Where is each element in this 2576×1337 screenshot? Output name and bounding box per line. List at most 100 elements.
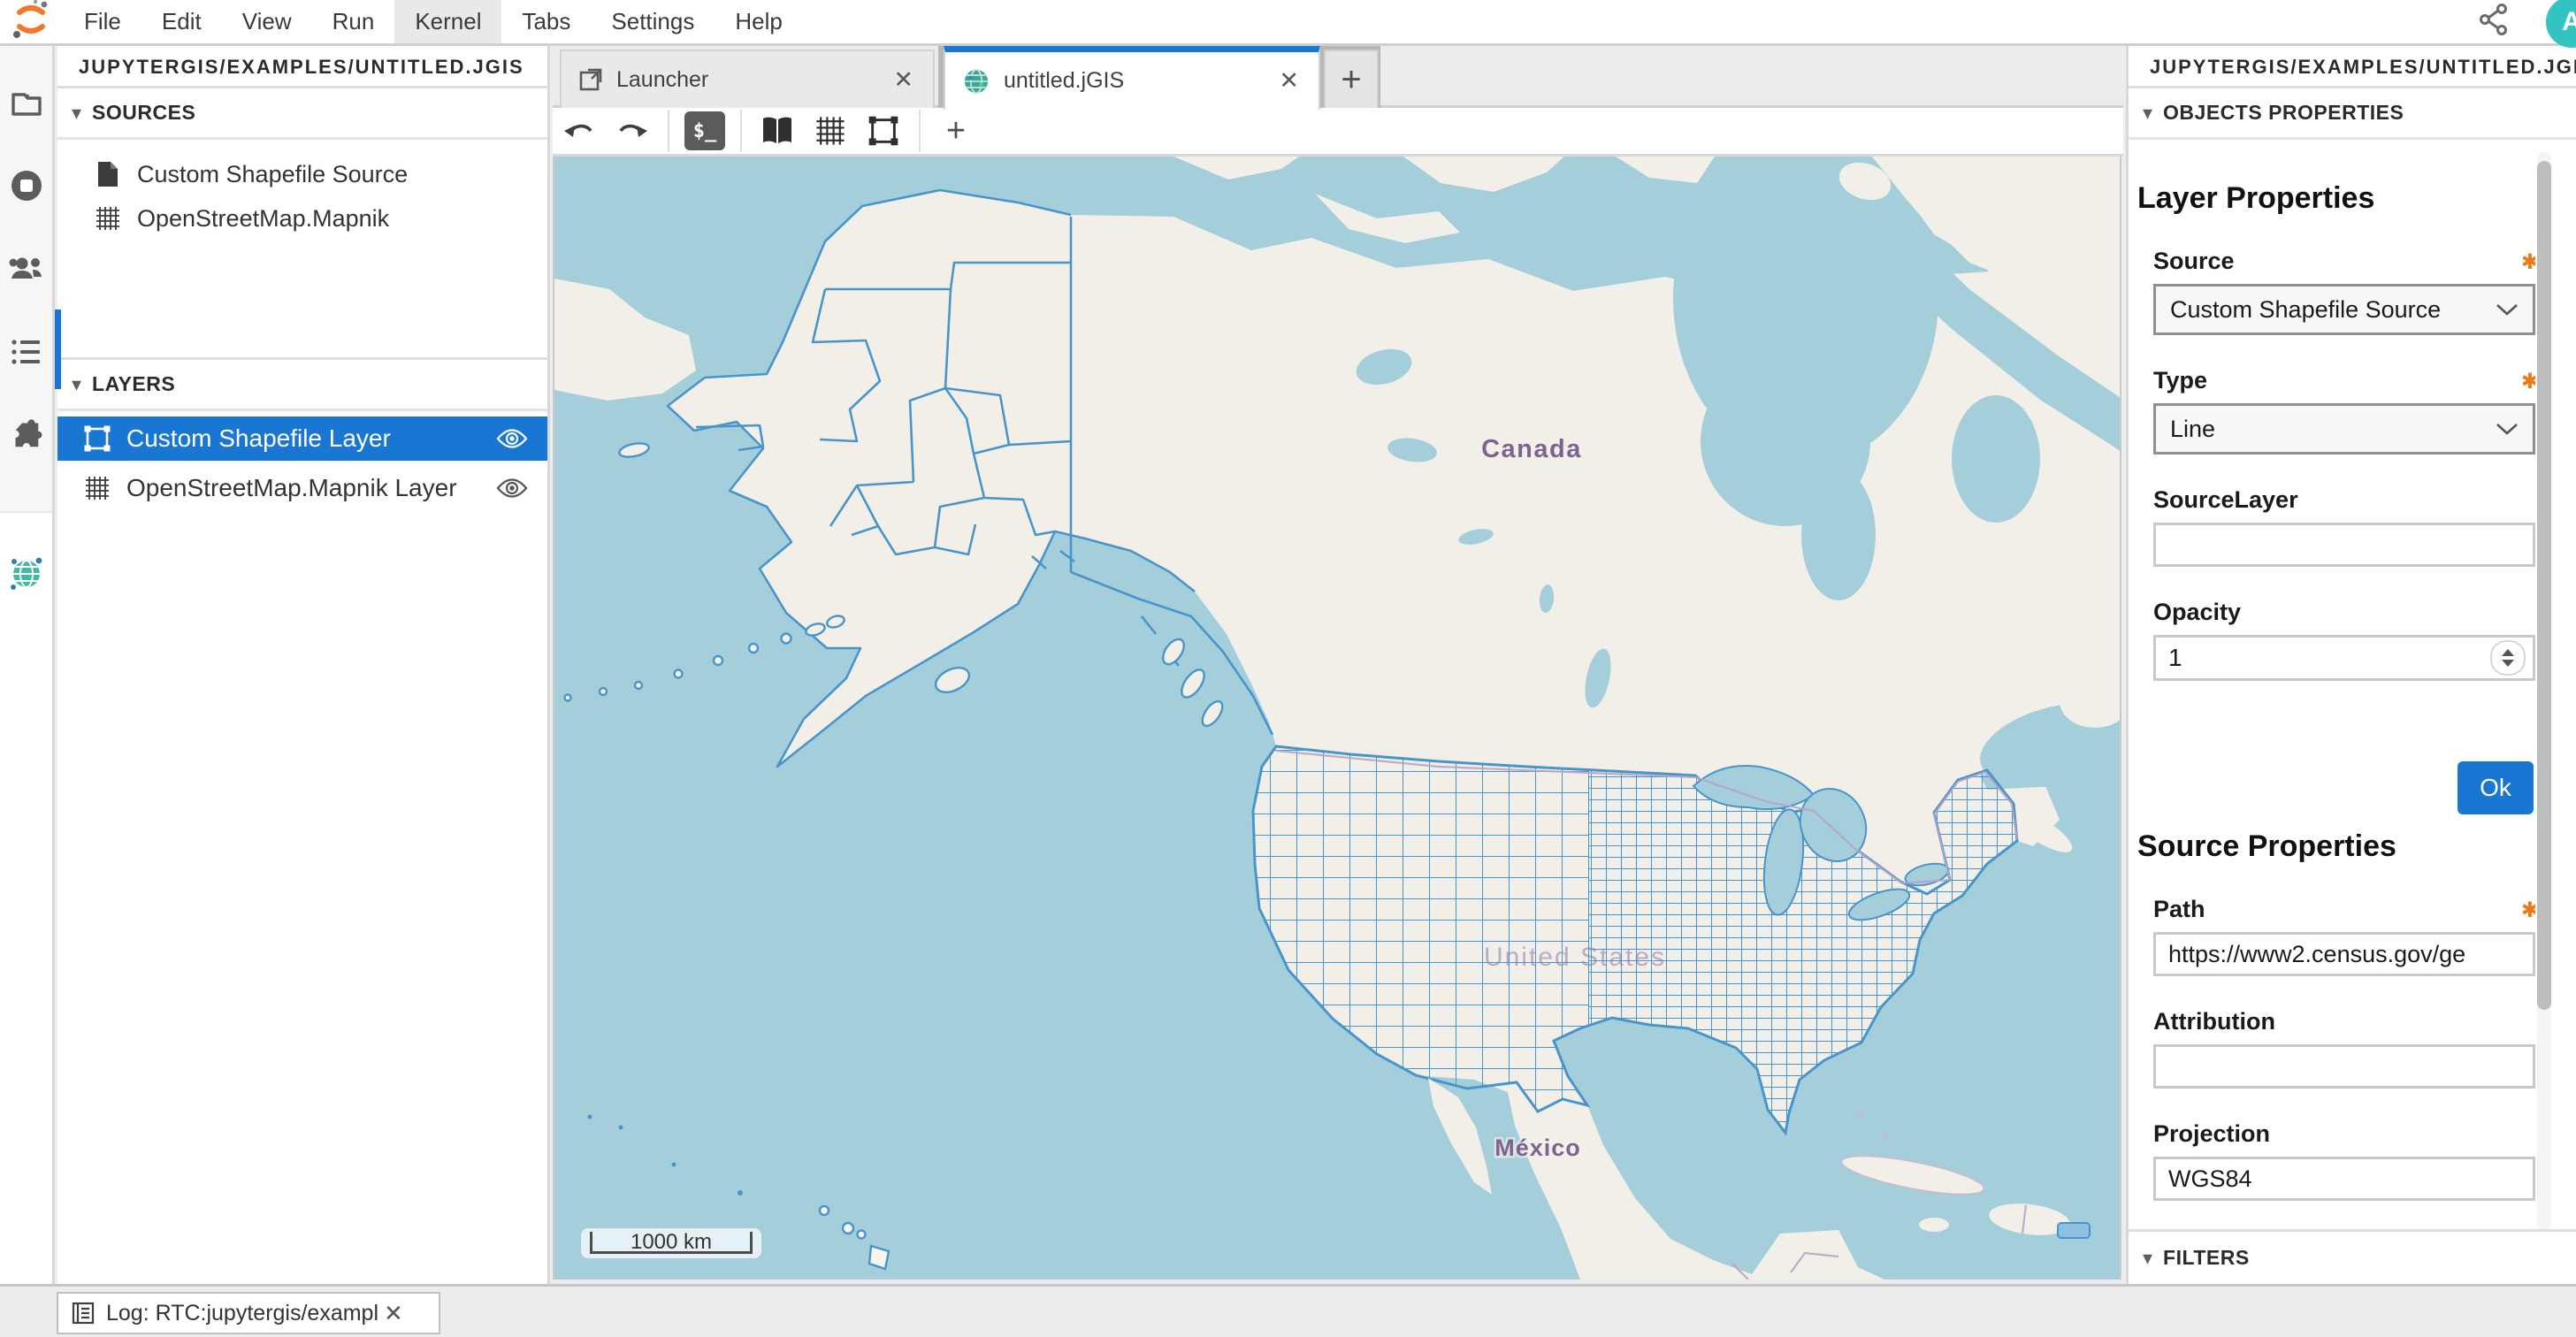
source-select[interactable]: Custom Shapefile Source xyxy=(2153,284,2535,335)
jupyter-logo-icon xyxy=(11,0,51,44)
type-field: Type ✱ Line xyxy=(2153,367,2535,455)
filters-section-header[interactable]: ▾ FILTERS xyxy=(2129,1229,2576,1284)
scale-label: 1000 km xyxy=(581,1230,761,1255)
menu-tabs[interactable]: Tabs xyxy=(501,0,591,43)
ok-button[interactable]: Ok xyxy=(2458,761,2534,814)
source-field: Source ✱ Custom Shapefile Source xyxy=(2153,248,2535,335)
log-console-tab[interactable]: Log: RTC:jupytergis/exampl ✕ xyxy=(57,1292,440,1334)
running-kernels-icon[interactable] xyxy=(0,150,54,221)
jupytergis-side-panel: JUPYTERGIS/EXAMPLES/UNTITLED.JGIS ▾ SOUR… xyxy=(57,46,550,1284)
scrollbar-thumb[interactable] xyxy=(2537,161,2551,1010)
extension-manager-icon[interactable] xyxy=(0,400,54,470)
jupytergis-globe-icon[interactable] xyxy=(0,554,52,592)
projection-label: Projection xyxy=(2153,1120,2270,1147)
visibility-eye-icon[interactable] xyxy=(496,477,528,500)
menu-edit[interactable]: Edit xyxy=(141,0,222,43)
step-up-icon[interactable] xyxy=(2502,649,2514,656)
share-icon[interactable] xyxy=(2477,2,2512,42)
close-icon[interactable]: ✕ xyxy=(384,1300,403,1327)
toolbar-separator xyxy=(740,110,742,152)
layers-section-header[interactable]: ▾ LAYERS xyxy=(57,360,547,411)
journal-icon xyxy=(71,1301,96,1326)
tab-label: Launcher xyxy=(616,67,708,93)
activity-tabzone xyxy=(0,46,52,513)
caret-down-icon: ▾ xyxy=(2143,1247,2152,1270)
add-tab-button[interactable]: + xyxy=(1324,50,1379,108)
file-browser-icon[interactable] xyxy=(0,67,54,138)
map-view[interactable]: United States xyxy=(553,157,2121,1280)
toolbar-separator xyxy=(668,110,669,152)
main-dock: Launcher ✕ untitled.jGIS ✕ + xyxy=(553,46,2123,1284)
jupyterlab-window: File Edit View Run Kernel Tabs Settings … xyxy=(0,0,2576,1337)
jgis-toolbar: $_ xyxy=(553,108,2123,157)
step-down-icon[interactable] xyxy=(2502,660,2514,667)
caret-down-icon: ▾ xyxy=(2143,102,2152,125)
source-item-label: Custom Shapefile Source xyxy=(137,161,408,188)
sources-header-label: SOURCES xyxy=(92,101,195,125)
map-label-mexico: México xyxy=(1494,1135,1581,1161)
log-tab-label: Log: RTC:jupytergis/exampl xyxy=(106,1301,378,1326)
toolbar-separator xyxy=(919,110,921,152)
objects-properties-label: OBJECTS PROPERTIES xyxy=(2163,101,2404,125)
objects-properties-header[interactable]: ▾ OBJECTS PROPERTIES xyxy=(2129,88,2576,140)
add-layer-button[interactable]: + xyxy=(931,110,981,152)
menu-kernel[interactable]: Kernel xyxy=(394,0,501,43)
grid-icon xyxy=(80,475,114,501)
sourcelayer-input[interactable] xyxy=(2153,523,2535,567)
opacity-field: Opacity 1 xyxy=(2153,599,2535,681)
undo-button[interactable] xyxy=(554,110,604,152)
menu-bar: File Edit View Run Kernel Tabs Settings … xyxy=(0,0,2576,46)
source-label: Source xyxy=(2153,248,2235,274)
path-input[interactable] xyxy=(2153,932,2535,976)
close-icon[interactable]: ✕ xyxy=(890,66,917,94)
sources-section-header[interactable]: ▾ SOURCES xyxy=(57,88,547,140)
layer-row-label: OpenStreetMap.Mapnik Layer xyxy=(126,474,457,502)
redo-button[interactable] xyxy=(608,110,657,152)
tab-launcher[interactable]: Launcher ✕ xyxy=(560,50,935,108)
opacity-value: 1 xyxy=(2168,644,2182,672)
number-stepper[interactable] xyxy=(2490,640,2526,676)
console-button[interactable]: $_ xyxy=(680,110,730,152)
menu-view[interactable]: View xyxy=(222,0,312,43)
menu-file[interactable]: File xyxy=(64,0,141,43)
collaborators-icon[interactable] xyxy=(0,233,54,304)
layer-row-custom-shapefile[interactable]: Custom Shapefile Layer xyxy=(57,416,547,461)
filters-label: FILTERS xyxy=(2163,1246,2250,1270)
caret-down-icon: ▾ xyxy=(72,373,81,396)
status-bar: Log: RTC:jupytergis/exampl ✕ xyxy=(0,1284,2576,1337)
source-item-label: OpenStreetMap.Mapnik xyxy=(137,205,389,233)
file-icon xyxy=(93,161,123,187)
projection-input[interactable] xyxy=(2153,1157,2535,1201)
layers-header-label: LAYERS xyxy=(92,372,175,396)
right-panel-title: JUPYTERGIS/EXAMPLES/UNTITLED.JGIS xyxy=(2129,46,2576,88)
required-asterisk: ✱ xyxy=(2521,898,2535,923)
vector-square-button[interactable] xyxy=(859,110,908,152)
menu-settings[interactable]: Settings xyxy=(591,0,715,43)
table-of-contents-icon[interactable] xyxy=(0,317,54,387)
close-icon[interactable]: ✕ xyxy=(1275,67,1303,95)
menu-run[interactable]: Run xyxy=(312,0,395,43)
type-label: Type xyxy=(2153,367,2207,393)
raster-grid-button[interactable] xyxy=(806,110,855,152)
menu-help[interactable]: Help xyxy=(715,0,802,43)
attribution-input[interactable] xyxy=(2153,1044,2535,1089)
type-select[interactable]: Line xyxy=(2153,403,2535,455)
user-avatar[interactable]: A xyxy=(2546,0,2576,48)
layer-properties-heading: Layer Properties xyxy=(2137,181,2535,216)
vector-square-icon xyxy=(80,424,114,453)
visibility-eye-icon[interactable] xyxy=(496,427,528,450)
chevron-down-icon xyxy=(2496,303,2519,316)
source-item-custom-shapefile[interactable]: Custom Shapefile Source xyxy=(57,152,547,196)
source-item-openstreetmap[interactable]: OpenStreetMap.Mapnik xyxy=(57,196,547,241)
path-field: Path ✱ xyxy=(2153,896,2535,976)
layer-row-openstreetmap[interactable]: OpenStreetMap.Mapnik Layer xyxy=(57,466,547,510)
attribution-label: Attribution xyxy=(2153,1008,2275,1035)
map-canvas[interactable]: United States xyxy=(554,157,2121,1280)
tab-untitled-jgis[interactable]: untitled.jGIS ✕ xyxy=(944,46,1320,110)
tab-bar: Launcher ✕ untitled.jGIS ✕ + xyxy=(553,46,2123,108)
opacity-label: Opacity xyxy=(2153,599,2241,625)
basemap-book-button[interactable] xyxy=(753,110,802,152)
opacity-input[interactable]: 1 xyxy=(2153,635,2535,681)
sources-list: Custom Shapefile Source OpenStreetMap.Ma… xyxy=(57,140,547,360)
jgis-globe-icon xyxy=(961,66,991,96)
